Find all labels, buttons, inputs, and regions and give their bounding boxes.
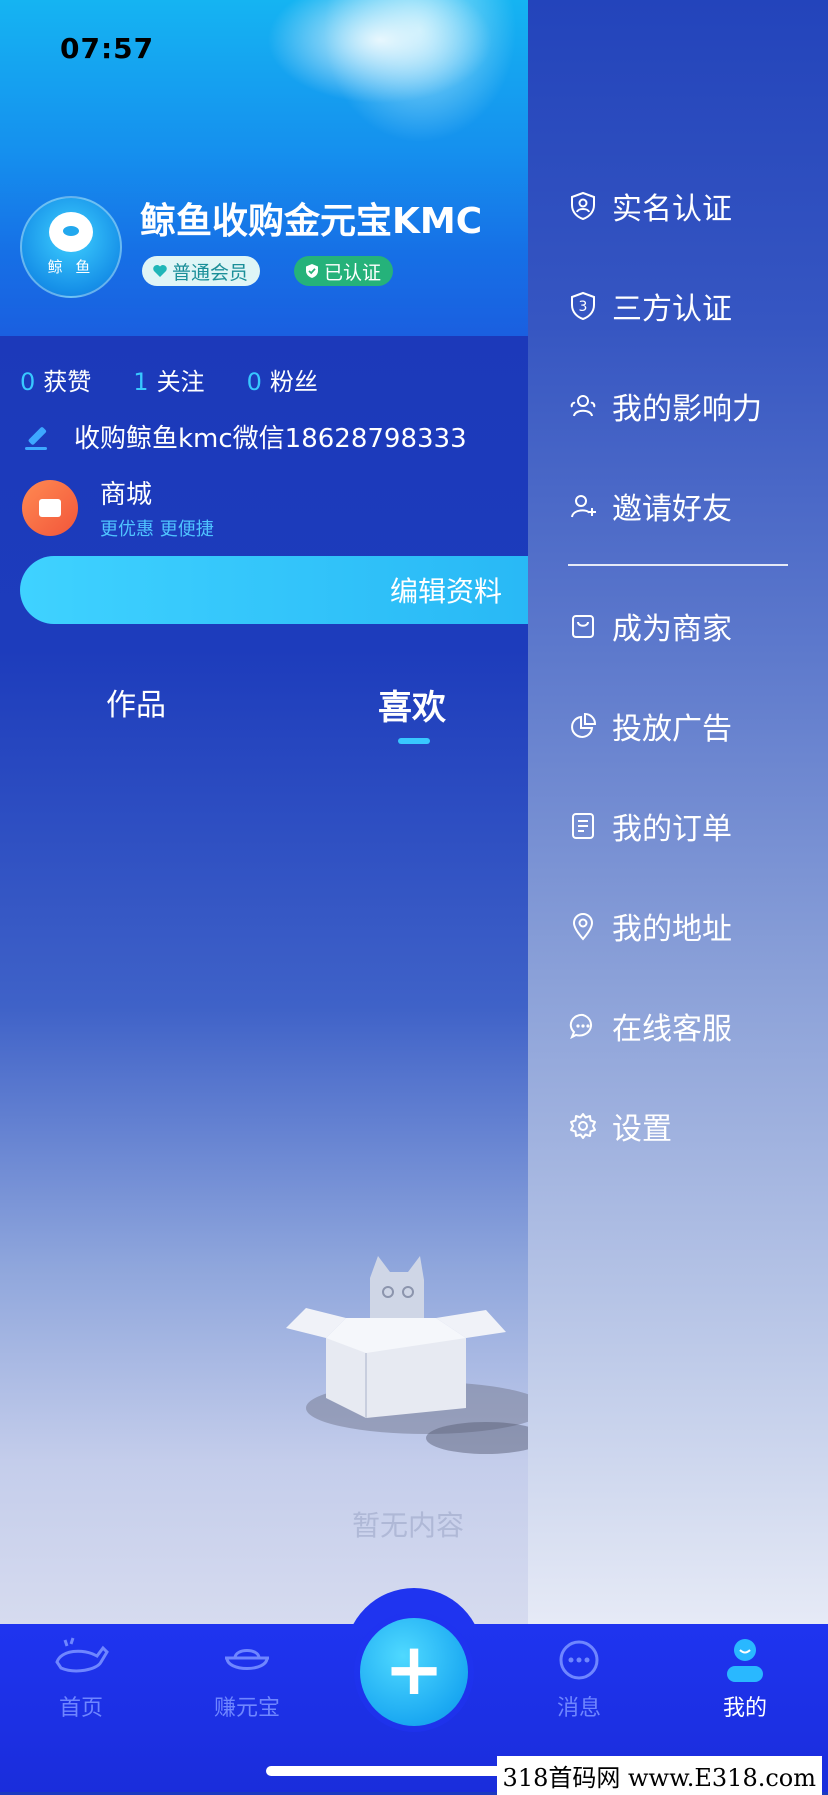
location-pin-icon [572,913,594,941]
nav-messages[interactable]: 消息 [524,1636,634,1722]
menu-item-label: 邀请好友 [612,492,732,527]
side-drawer: 实名认证 3 三方认证 我的影响力 邀请好友 成为商家 投放广告 我的订单 我的… [528,0,828,1624]
menu-item-customer-service[interactable]: 在线客服 [568,1004,732,1048]
gold-ingot-icon [225,1649,269,1670]
chat-icon [569,1013,593,1040]
bag-icon [572,615,594,638]
menu-item-label: 在线客服 [612,1012,732,1047]
menu-item-advertise[interactable]: 投放广告 [568,704,732,748]
menu-item-label: 设置 [612,1112,672,1147]
profile-panel: 07:57 鲸 鱼 鲸鱼收购金元宝KMC 普通会员 已认证 0 获赞 1 关注 0粉… [0,0,528,1624]
svg-text:3: 3 [579,299,588,315]
menu-item-my-address[interactable]: 我的地址 [568,904,732,948]
mall-subtitle: 更优惠 更便捷 [100,519,214,540]
menu-item-real-name-auth[interactable]: 实名认证 [568,184,732,228]
tab-likes[interactable]: 喜欢 [378,680,446,729]
stat-fans-label: 粉丝 [269,368,318,396]
menu-item-invite-friends[interactable]: 邀请好友 [568,484,732,528]
menu-item-become-merchant[interactable]: 成为商家 [568,604,732,648]
nav-earn[interactable]: 赚元宝 [192,1636,302,1722]
stat-likes-count: 0 [20,368,36,396]
menu-item-my-orders[interactable]: 我的订单 [568,804,732,848]
shield-3-icon: 3 [571,291,595,321]
order-list-icon [572,813,594,839]
member-badge: 普通会员 [142,256,261,286]
add-post-button[interactable]: + [360,1618,468,1726]
menu-item-settings[interactable]: 设置 [568,1104,672,1148]
mall-entry[interactable]: 商城 更优惠 更便捷 [22,474,214,541]
menu-item-label: 三方认证 [612,292,732,327]
stat-likes[interactable]: 0 获赞 [20,362,91,397]
add-user-icon [571,495,596,518]
pie-chart-icon [571,712,597,738]
stat-fans[interactable]: 0 粉丝 [247,362,318,397]
shield-check-icon [306,264,318,278]
bio-text: 收购鲸鱼kmc微信18628798333 [74,424,467,454]
menu-item-label: 投放广告 [612,712,732,747]
user-icon [727,1639,763,1682]
profile-stats: 0 获赞 1 关注 0 粉丝 [20,362,318,397]
nav-home-label: 首页 [58,1696,103,1721]
edit-profile-button[interactable]: 编辑资料 [20,556,528,624]
nav-messages-label: 消息 [556,1696,601,1721]
stat-fans-count: 0 [246,368,262,396]
shopping-bag-icon [22,479,78,536]
menu-item-label: 实名认证 [612,192,732,227]
menu-item-label: 我的地址 [612,912,732,947]
nav-me-label: 我的 [722,1696,767,1721]
plus-icon: + [383,1627,445,1711]
avatar[interactable]: 鲸 鱼 [20,196,122,298]
stat-following-label: 关注 [156,368,205,396]
empty-box-cat-illustration [286,1256,528,1454]
bio-row[interactable]: 收购鲸鱼kmc微信18628798333 [22,418,467,455]
verified-badge: 已认证 [294,256,394,286]
status-time: 07:57 [60,32,155,65]
message-icon [559,1640,599,1680]
watermark: 318首码网 www.E318.com [496,1756,822,1795]
member-badge-label: 普通会员 [172,261,249,284]
gear-icon [570,1113,596,1139]
tab-indicator [398,738,430,744]
menu-item-label: 我的影响力 [612,392,762,427]
whale-icon [55,1637,109,1673]
tab-works[interactable]: 作品 [106,680,166,724]
nav-earn-label: 赚元宝 [213,1696,280,1721]
id-shield-icon [571,191,595,221]
empty-state-text: 暂无内容 [352,1509,465,1542]
menu-item-third-party-auth[interactable]: 3 三方认证 [568,284,732,328]
whale-logo-icon [49,211,93,252]
heart-icon [153,265,167,277]
stat-following[interactable]: 1 关注 [133,362,204,397]
users-icon [570,395,596,417]
nav-home[interactable]: 首页 [26,1636,136,1722]
menu-item-influence[interactable]: 我的影响力 [568,384,762,428]
menu-item-label: 成为商家 [612,612,732,647]
menu-divider [568,564,788,566]
verified-badge-label: 已认证 [324,261,382,284]
menu-item-label: 我的订单 [612,812,732,847]
avatar-text: 鲸 鱼 [47,257,95,276]
mall-title: 商城 [100,480,153,510]
pencil-icon [25,426,47,450]
nav-me[interactable]: 我的 [690,1636,800,1722]
stat-likes-label: 获赞 [43,368,92,396]
stat-following-count: 1 [133,368,149,396]
profile-name: 鲸鱼收购金元宝KMC [140,201,483,242]
